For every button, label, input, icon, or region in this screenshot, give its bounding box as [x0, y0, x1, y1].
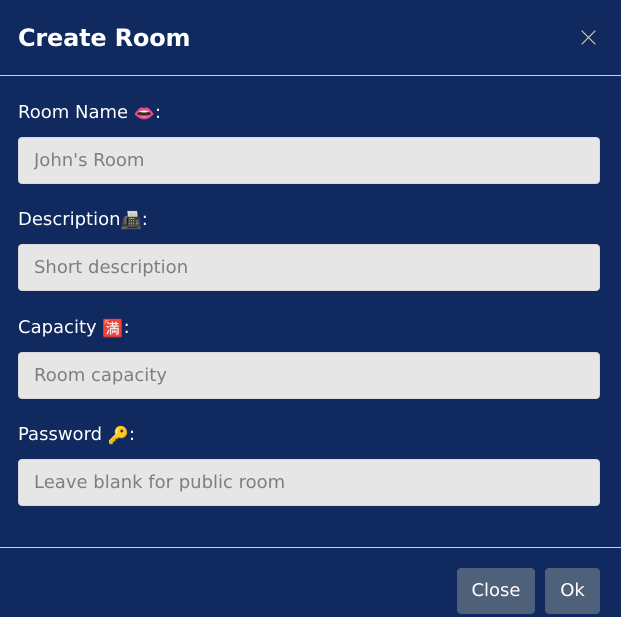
description-label: Description📠: — [18, 208, 148, 232]
password-label-text: Password — [18, 424, 103, 445]
create-room-dialog: Create Room Room Name 👄: Description📠: C… — [0, 0, 621, 617]
password-label: Password 🔑: — [18, 423, 135, 447]
mouth-icon: 👄 — [133, 104, 155, 124]
room-name-label-colon: : — [155, 102, 162, 123]
capacity-label: Capacity 🈵: — [18, 316, 130, 340]
description-label-colon: : — [141, 209, 148, 230]
password-label-colon: : — [128, 424, 136, 445]
capacity-label-text: Capacity — [18, 317, 97, 338]
ok-button[interactable]: Ok — [545, 568, 600, 614]
room-name-label: Room Name 👄: — [18, 101, 161, 125]
close-icon[interactable] — [578, 27, 600, 49]
fax-icon: 📠 — [120, 211, 142, 231]
capacity-label-colon: : — [123, 317, 130, 338]
room-name-label-text: Room Name — [18, 102, 129, 123]
description-label-text: Description — [18, 209, 121, 230]
dialog-title: Create Room — [18, 24, 191, 52]
description-input[interactable] — [18, 244, 600, 291]
dialog-footer: Close Ok — [0, 547, 621, 617]
key-icon: 🔑 — [107, 426, 129, 446]
room-name-input[interactable] — [18, 137, 600, 184]
full-sign-icon: 🈵 — [102, 319, 124, 339]
dialog-header: Create Room — [0, 0, 621, 76]
capacity-input[interactable] — [18, 352, 600, 399]
password-input[interactable] — [18, 459, 600, 506]
close-button[interactable]: Close — [457, 568, 535, 614]
